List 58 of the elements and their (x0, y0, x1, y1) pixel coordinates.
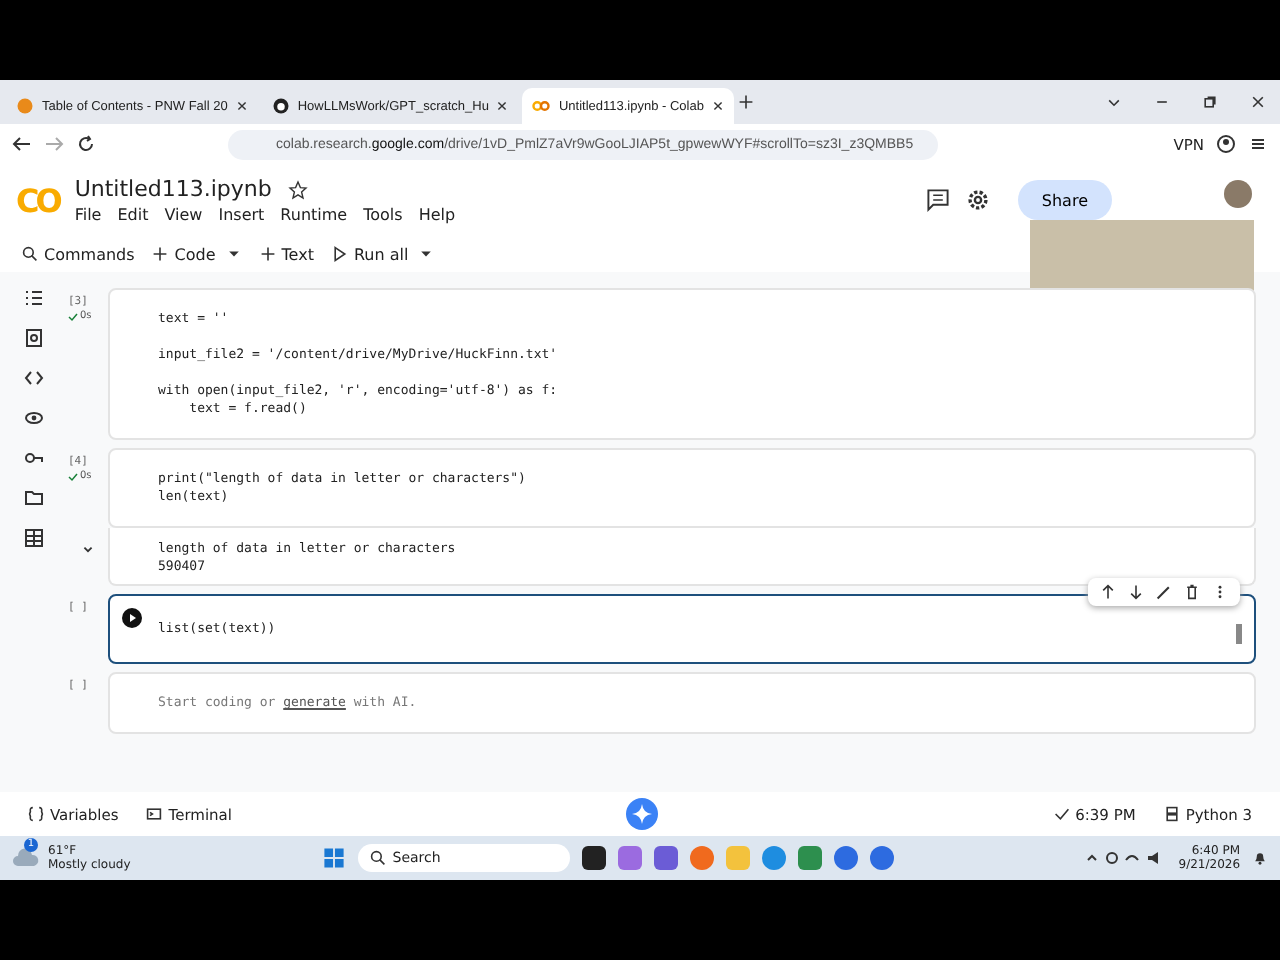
close-icon[interactable] (496, 100, 509, 112)
menu-item[interactable]: Edit (117, 206, 149, 224)
add-button[interactable]: Code (146, 245, 222, 263)
profile-icon[interactable] (1216, 134, 1236, 154)
menu-item[interactable]: Help (418, 206, 456, 224)
check-icon (1053, 806, 1070, 822)
star-icon[interactable] (287, 179, 308, 199)
close-icon[interactable] (711, 100, 724, 112)
menu-item[interactable]: Tools (363, 206, 403, 224)
key-icon[interactable] (24, 448, 44, 468)
colab-icon (532, 98, 551, 114)
menu-item[interactable]: File (74, 206, 102, 224)
comment-icon[interactable] (925, 188, 950, 212)
collapse-icon[interactable] (82, 544, 94, 556)
restore-icon[interactable] (1202, 94, 1218, 110)
check-icon (68, 311, 78, 321)
plus-icon[interactable] (737, 94, 754, 110)
menu-icon[interactable] (1248, 134, 1268, 154)
reload-icon[interactable] (76, 134, 96, 154)
settings-icon[interactable] (965, 188, 990, 212)
share-button[interactable]: Share (1017, 180, 1112, 220)
commands-button[interactable]: Commands (16, 245, 141, 263)
caret-icon[interactable] (420, 248, 433, 260)
play-icon (331, 246, 348, 262)
site-icon (16, 98, 34, 114)
close-icon[interactable] (1250, 94, 1266, 110)
menu-item[interactable]: View (164, 206, 203, 224)
run-icon[interactable] (122, 608, 142, 628)
list-icon[interactable] (24, 288, 44, 308)
notebook-title[interactable]: Untitled113.ipynb (74, 176, 272, 202)
run-all-button[interactable]: Run all (325, 245, 415, 263)
braces-icon (28, 806, 44, 822)
scrollbar (1236, 624, 1242, 644)
table-icon[interactable] (24, 528, 44, 548)
plus-icon (152, 246, 169, 262)
pen-icon[interactable] (1156, 584, 1172, 600)
chevron-icon[interactable] (1106, 94, 1122, 110)
cloud-icon[interactable] (12, 848, 40, 868)
terminal-icon (146, 806, 163, 822)
menu-item[interactable]: Insert (218, 206, 265, 224)
folder-icon[interactable] (24, 488, 44, 508)
sparkle-icon[interactable] (626, 798, 659, 830)
eye-icon[interactable] (24, 408, 44, 428)
server-icon (1163, 806, 1180, 822)
code-icon[interactable] (24, 368, 44, 388)
bell-icon[interactable] (1252, 850, 1269, 866)
plus-icon (259, 246, 276, 262)
trash-icon[interactable] (1184, 584, 1200, 600)
caret-icon[interactable] (227, 248, 240, 260)
windows-icon[interactable] (322, 846, 347, 870)
menu-item[interactable]: Runtime (280, 206, 348, 224)
up-arrow-icon[interactable] (1100, 584, 1116, 600)
close-icon[interactable] (235, 100, 248, 112)
app-icon[interactable] (582, 846, 607, 870)
down-arrow-icon[interactable] (1128, 584, 1144, 600)
check-icon (68, 471, 78, 481)
add-button[interactable]: Text (253, 245, 320, 263)
back-icon[interactable] (12, 134, 32, 154)
